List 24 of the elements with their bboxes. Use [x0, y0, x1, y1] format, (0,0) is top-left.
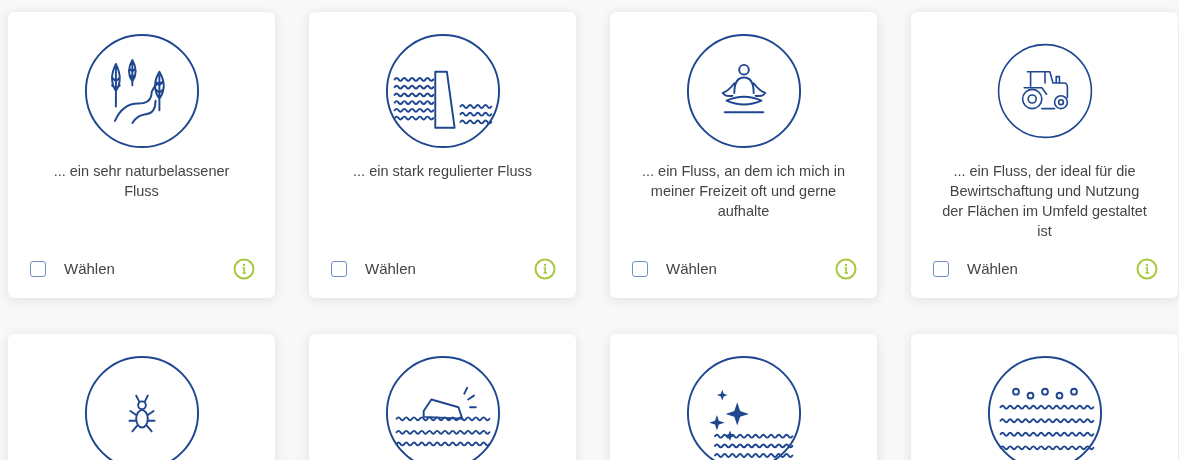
select-checkbox[interactable]: [331, 260, 347, 277]
meditating-person-icon: [685, 33, 802, 149]
select-checkbox[interactable]: [933, 260, 949, 277]
info-icon[interactable]: [835, 257, 857, 280]
option-description: ... ein stark regulierter Fluss: [352, 162, 533, 181]
car-in-flood-icon: [384, 355, 501, 460]
option-description: ... ein Fluss, der ideal für die Bewirtschaftung und Nutzung der Flächen im Umfeld gestaltet ist: [941, 162, 1148, 241]
info-icon[interactable]: [1136, 257, 1158, 280]
dam-waves-icon: [384, 33, 501, 149]
select-label[interactable]: Wählen: [666, 257, 717, 280]
info-icon[interactable]: [233, 257, 255, 280]
tractor-icon: [996, 43, 1093, 139]
select-checkbox[interactable]: [632, 260, 648, 277]
trees-river-icon: [83, 33, 200, 149]
bubbling-water-icon: [986, 355, 1103, 460]
select-label[interactable]: Wählen: [967, 257, 1018, 280]
select-label[interactable]: Wählen: [365, 257, 416, 280]
option-description: ... ein Fluss, an dem ich mich in meiner Freizeit oft und gerne aufhalte: [640, 162, 847, 221]
select-checkbox[interactable]: [30, 260, 46, 277]
option-description: ... ein sehr naturbelassener Fluss: [52, 162, 231, 201]
info-icon[interactable]: [534, 257, 556, 280]
sparkling-water-icon: [685, 355, 802, 460]
select-label[interactable]: Wählen: [64, 257, 115, 280]
beetle-icon: [83, 355, 200, 460]
